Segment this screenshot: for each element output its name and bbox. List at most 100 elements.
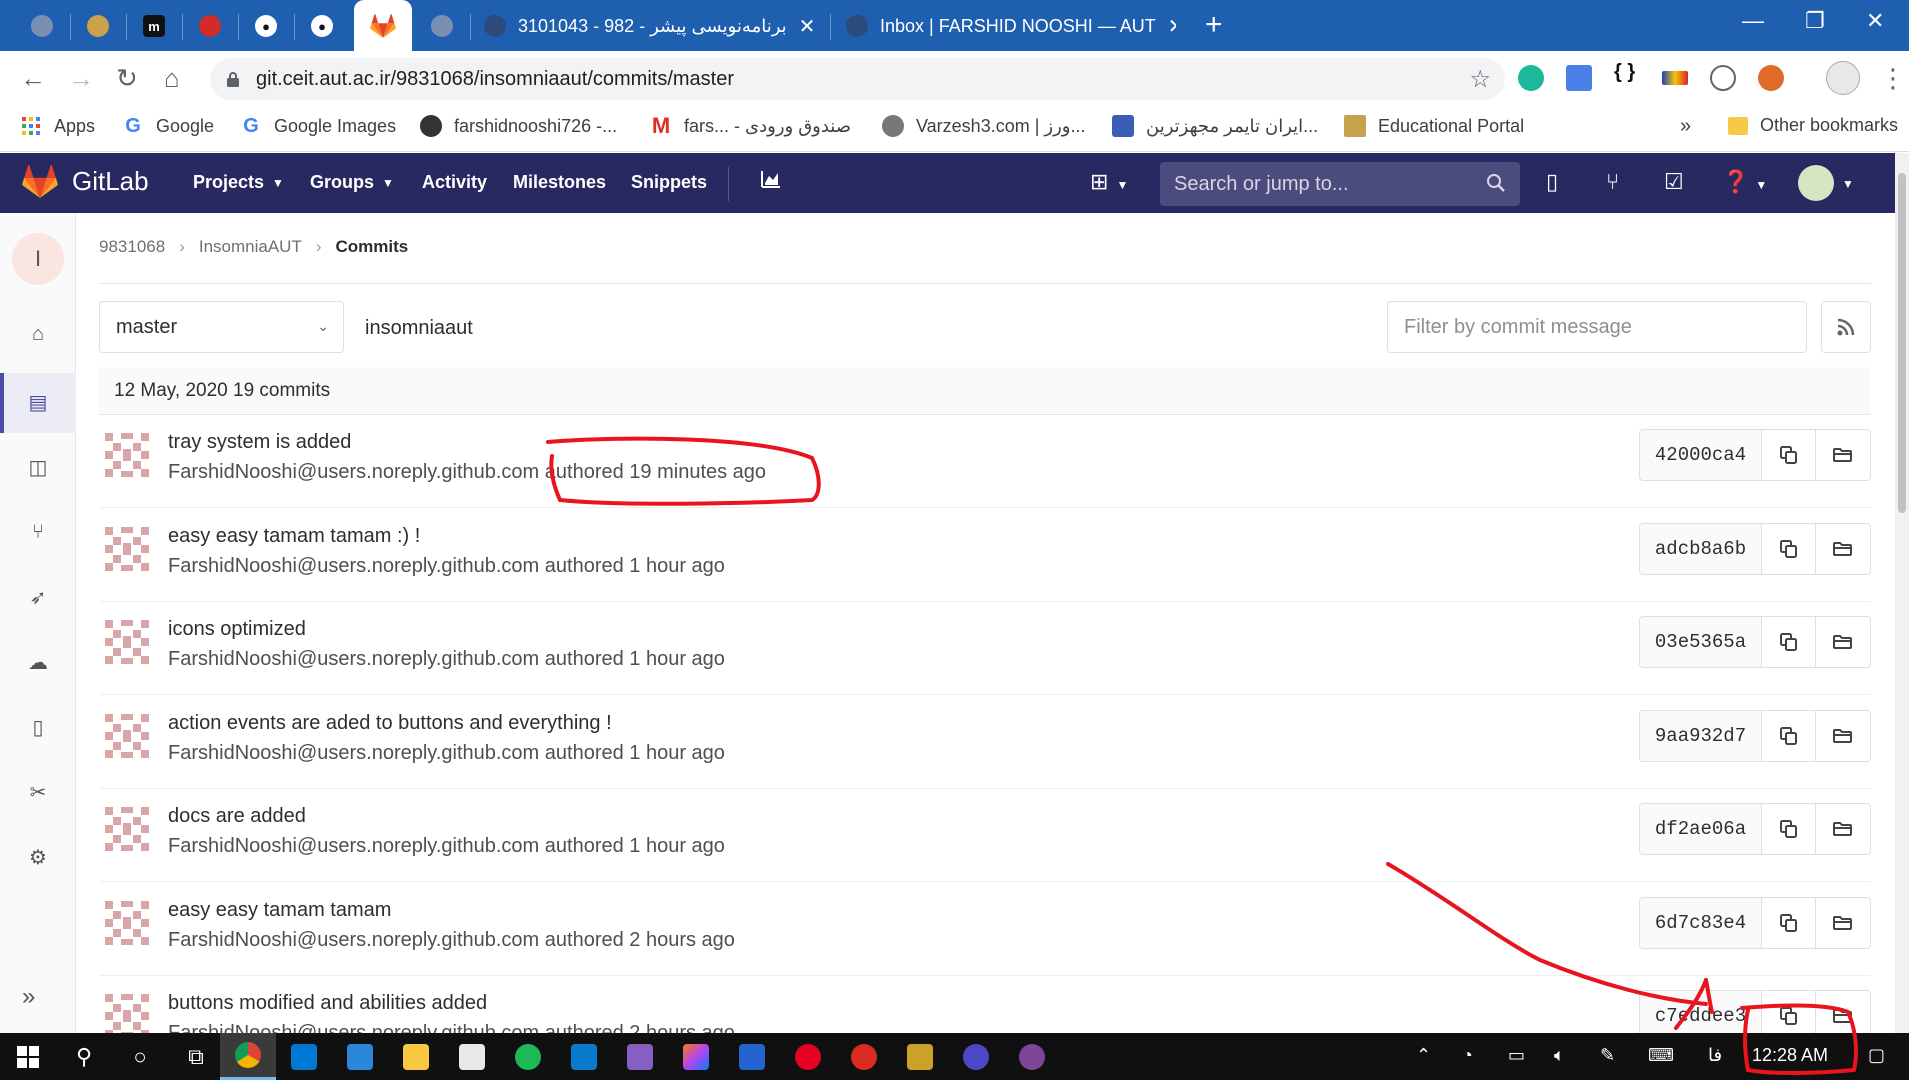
bookmark-star-icon[interactable]: ☆ (1469, 65, 1491, 94)
browse-files-button[interactable] (1815, 896, 1871, 949)
scrollbar[interactable] (1895, 153, 1909, 1033)
user-avatar[interactable] (1798, 165, 1834, 201)
author-avatar[interactable] (101, 523, 153, 575)
commit-author[interactable]: FarshidNooshi@users.noreply.github.com (168, 929, 539, 951)
copy-sha-button[interactable] (1761, 616, 1816, 668)
flag-extension-icon[interactable] (1662, 71, 1688, 85)
tab-inbox[interactable]: Inbox | FARSHID NOOSHI — AUT ✕ (846, 10, 1176, 42)
nav-groups[interactable]: Groups ▼ (310, 172, 394, 193)
nav-activity[interactable]: Activity (422, 172, 487, 193)
breadcrumb-current[interactable]: Commits (336, 237, 409, 257)
browse-files-button[interactable] (1815, 522, 1871, 575)
author-avatar[interactable] (101, 429, 153, 481)
tray-overflow-icon[interactable]: ⌃ (1416, 1045, 1431, 1066)
home-icon[interactable]: ⌂ (164, 63, 180, 94)
minimize-button[interactable]: — (1742, 8, 1764, 34)
commit-sha-button[interactable]: 9aa932d7 (1639, 709, 1762, 762)
snippets-scissors-icon[interactable]: ✂ (24, 778, 52, 806)
copy-sha-button[interactable] (1761, 896, 1816, 949)
collapse-sidebar-button[interactable]: » (22, 983, 35, 1011)
copy-sha-button[interactable] (1761, 429, 1816, 481)
close-tab-icon[interactable]: ✕ (799, 14, 816, 39)
wiki-book-icon[interactable]: ▯ (24, 713, 52, 741)
copy-sha-button[interactable] (1761, 803, 1816, 855)
tab-course[interactable]: 3101043 - 982 - برنامه‌نویسی پیشر ✕ (484, 10, 824, 42)
nav-milestones[interactable]: Milestones (513, 172, 606, 193)
other-bookmarks[interactable]: Other bookmarks (1728, 115, 1898, 136)
commit-sha-button[interactable]: adcb8a6b (1639, 522, 1762, 575)
store-taskbar-icon[interactable] (444, 1033, 500, 1080)
author-avatar[interactable] (101, 616, 153, 668)
tor-taskbar-icon[interactable] (1004, 1033, 1060, 1080)
volume-icon[interactable]: 🔈︎ (1554, 1045, 1565, 1066)
wifi-icon[interactable]: ◔ (1462, 1045, 1473, 1066)
commit-title[interactable]: easy easy tamam tamam (168, 899, 391, 922)
help-icon[interactable]: ❓ ▼ (1722, 169, 1767, 195)
pinned-tab[interactable] (420, 10, 464, 42)
vpn-extension-icon[interactable] (1710, 65, 1736, 91)
bookmarks-overflow[interactable]: » (1680, 115, 1691, 138)
pen-icon[interactable]: ✎ (1600, 1045, 1615, 1066)
commit-author[interactable]: FarshidNooshi@users.noreply.github.com (168, 648, 539, 670)
commit-title[interactable]: buttons modified and abilities added (168, 992, 487, 1015)
back-icon[interactable]: ← (20, 63, 46, 94)
notifications-icon[interactable]: ▢ (1868, 1045, 1885, 1066)
profile-avatar[interactable] (1826, 61, 1860, 95)
gitlab-home-link[interactable]: GitLab (22, 165, 149, 198)
extension-icon[interactable] (1518, 65, 1544, 91)
json-viewer-icon[interactable]: { } (1614, 61, 1640, 87)
browse-files-button[interactable] (1815, 709, 1871, 762)
mail-taskbar-icon[interactable] (276, 1033, 332, 1080)
scrollbar-thumb[interactable] (1898, 173, 1906, 513)
browse-files-button[interactable] (1815, 429, 1871, 481)
analytics-chart-icon[interactable] (760, 169, 782, 195)
bookmark-varzesh3[interactable]: Varzesh3.com | ورز... (882, 115, 1085, 137)
merge-requests-icon[interactable]: ⑂ (24, 518, 52, 546)
repository-icon[interactable]: ▤ (24, 388, 52, 416)
rss-feed-button[interactable] (1821, 301, 1871, 353)
commit-author[interactable]: FarshidNooshi@users.noreply.github.com (168, 742, 539, 764)
pinned-tab[interactable] (76, 10, 120, 42)
pinned-tab[interactable]: ● (300, 10, 344, 42)
app-taskbar-icon[interactable] (892, 1033, 948, 1080)
commit-author[interactable]: FarshidNooshi@users.noreply.github.com (168, 835, 539, 857)
todo-sidebar-icon[interactable]: ▯ (1546, 169, 1558, 195)
search-input[interactable]: Search or jump to... (1160, 162, 1520, 206)
commit-sha-button[interactable]: 42000ca4 (1639, 429, 1762, 481)
home-icon[interactable]: ⌂ (24, 320, 52, 348)
bookmark-gmail[interactable]: Mfars... - صندوق ورودی (650, 113, 851, 138)
new-item-plus-icon[interactable]: ⊞ ▼ (1090, 169, 1128, 195)
close-tab-icon[interactable]: ✕ (1168, 14, 1176, 39)
chevron-down-icon[interactable]: ▼ (1842, 177, 1854, 191)
commit-sha-button[interactable]: 03e5365a (1639, 616, 1762, 668)
bookmark-irantimer[interactable]: ایران تایمر مجهزترین... (1112, 115, 1318, 137)
browse-files-button[interactable] (1815, 803, 1871, 855)
file-explorer-taskbar-icon[interactable] (388, 1033, 444, 1080)
bookmark-educational-portal[interactable]: Educational Portal (1344, 115, 1524, 137)
bookmark-google[interactable]: G Google (122, 115, 214, 137)
filter-commits-input[interactable]: Filter by commit message (1387, 301, 1807, 353)
calendar-taskbar-icon[interactable] (332, 1033, 388, 1080)
issues-icon[interactable]: ◫ (24, 453, 52, 481)
task-view-icon[interactable]: ⧉ (168, 1033, 224, 1080)
menu-icon[interactable]: ⋮ (1880, 63, 1906, 94)
pinned-tab[interactable] (188, 10, 232, 42)
bookmark-apps[interactable]: Apps (20, 115, 95, 137)
battery-icon[interactable]: ▭ (1508, 1045, 1525, 1066)
intellij-taskbar-icon[interactable] (668, 1033, 724, 1080)
address-bar[interactable]: git.ceit.aut.ac.ir/9831068/insomniaaut/c… (210, 58, 1505, 100)
vscode-taskbar-icon[interactable] (556, 1033, 612, 1080)
branch-select[interactable]: master ⌄ (99, 301, 344, 353)
bookmark-google-images[interactable]: G Google Images (240, 115, 396, 137)
forward-icon[interactable]: → (68, 63, 94, 94)
breadcrumb-namespace[interactable]: 9831068 (99, 237, 165, 257)
copy-sha-button[interactable] (1761, 522, 1816, 575)
commit-title[interactable]: docs are added (168, 805, 306, 828)
search-icon[interactable]: ⚲ (56, 1033, 112, 1080)
commit-title[interactable]: tray system is added (168, 431, 351, 454)
pinned-tab[interactable] (20, 10, 64, 42)
commit-sha-button[interactable]: 6d7c83e4 (1639, 896, 1762, 949)
pinned-tab[interactable]: m (132, 10, 176, 42)
commit-title[interactable]: easy easy tamam tamam :) ! (168, 525, 420, 548)
keyboard-icon[interactable]: ⌨ (1648, 1045, 1674, 1066)
